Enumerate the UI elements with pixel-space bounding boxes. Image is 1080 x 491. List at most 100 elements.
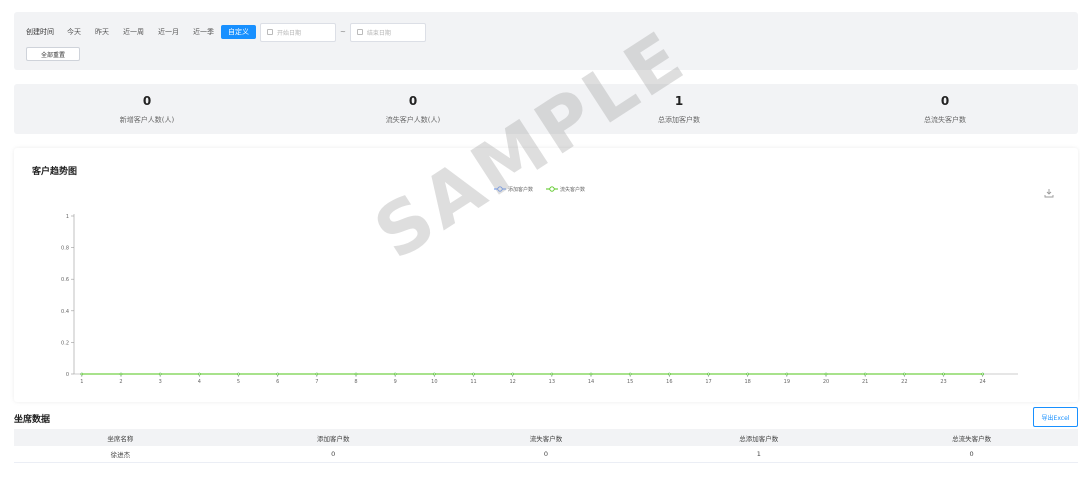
- range-week[interactable]: 近一周: [116, 25, 151, 39]
- x-tick-label: 11: [470, 379, 476, 385]
- range-month[interactable]: 近一月: [151, 25, 186, 39]
- x-tick-label: 23: [940, 379, 946, 385]
- data-point: [511, 372, 514, 376]
- x-tick-label: 19: [784, 379, 790, 385]
- x-tick-label: 2: [119, 379, 122, 385]
- range-custom[interactable]: 自定义: [221, 25, 256, 39]
- data-point: [903, 372, 906, 376]
- stat-value: 1: [674, 94, 684, 108]
- data-point: [785, 372, 789, 376]
- data-point: [628, 372, 632, 376]
- filter-bar: 创建时间 今天 昨天 近一周 近一月 近一季 自定义 开始日期 ~ 结束日期: [14, 12, 1078, 70]
- column-header: 添加客户数: [316, 434, 350, 443]
- x-tick-label: 20: [823, 379, 829, 385]
- end-date-input[interactable]: 结束日期: [349, 22, 426, 42]
- x-tick-label: 3: [159, 379, 162, 385]
- legend-swatch-marker: [549, 186, 555, 192]
- seat-data-title: 坐席数据: [14, 415, 51, 425]
- data-point: [746, 372, 749, 376]
- stat-value: 0: [408, 94, 418, 108]
- data-point: [119, 372, 123, 376]
- x-tick-label: 13: [549, 379, 555, 385]
- x-tick-label: 14: [588, 379, 594, 385]
- stat-value: 0: [142, 94, 152, 108]
- download-icon[interactable]: [1044, 188, 1054, 198]
- data-point: [942, 372, 945, 376]
- x-tick-label: 5: [237, 379, 240, 385]
- x-tick-label: 6: [276, 379, 279, 385]
- x-tick-label: 18: [744, 379, 750, 385]
- table-cell: 徐进杰: [110, 451, 131, 459]
- x-tick-label: 12: [509, 379, 515, 385]
- range-yesterday[interactable]: 昨天: [88, 25, 116, 39]
- column-header: 总流失客户数: [952, 434, 992, 443]
- legend-label: 流失客户数: [560, 186, 585, 193]
- trend-chart: 00.20.40.60.811 2 3 4 5 6 7 8 9 10 11 12 13 14 15 16 17 1…: [61, 186, 1018, 385]
- date-range-row: 创建时间 今天 昨天 近一周 近一月 近一季 自定义 开始日期 ~ 结束日期: [26, 22, 426, 42]
- y-tick-label: 0.6: [61, 277, 69, 283]
- table-cell: 1: [756, 450, 761, 458]
- data-point: [589, 372, 593, 376]
- calendar-icon: [267, 29, 273, 35]
- stat-label: 总流失客户数: [924, 116, 966, 124]
- stat-label: 新增客户人数(人): [119, 116, 175, 124]
- x-tick-label: 15: [627, 379, 633, 385]
- column-header: 流失客户数: [529, 434, 563, 443]
- table-row[interactable]: 徐进杰 0 0 1 0: [14, 446, 1078, 463]
- data-point: [198, 372, 201, 376]
- stat-label: 流失客户人数(人): [385, 116, 441, 124]
- data-point: [707, 372, 710, 376]
- data-point: [80, 372, 84, 376]
- date-separator: ~: [340, 28, 346, 36]
- data-point: [981, 372, 984, 376]
- data-point: [393, 372, 397, 376]
- stat-new-customers: 0 新增客户人数(人): [14, 84, 280, 134]
- x-tick-label: 4: [198, 379, 201, 385]
- data-point: [354, 372, 358, 376]
- data-point: [276, 372, 279, 376]
- range-today[interactable]: 今天: [60, 25, 88, 39]
- data-point: [472, 372, 475, 376]
- stat-value: 0: [940, 94, 950, 108]
- data-point: [668, 372, 671, 376]
- x-tick-label: 1: [80, 379, 83, 385]
- y-tick-label: 0: [66, 372, 69, 378]
- end-date-placeholder: 结束日期: [366, 29, 391, 37]
- stats-bar: 0 新增客户人数(人) 0 流失客户人数(人) 1 总添加客户数 0 总流失客户…: [14, 84, 1078, 134]
- start-date-placeholder: 开始日期: [277, 29, 302, 37]
- table-cell: 0: [331, 450, 336, 458]
- x-tick-label: 8: [354, 379, 357, 385]
- data-point: [824, 372, 828, 376]
- stat-lost-customers: 0 流失客户人数(人): [280, 84, 546, 134]
- stat-total-added: 1 总添加客户数: [546, 84, 812, 134]
- x-tick-label: 24: [979, 379, 985, 385]
- x-tick-label: 21: [862, 379, 868, 385]
- range-quarter[interactable]: 近一季: [186, 25, 221, 39]
- x-tick-label: 7: [315, 379, 318, 385]
- reset-all-button[interactable]: 全部重置: [26, 47, 80, 61]
- customer-stats-page: 创建时间 今天 昨天 近一周 近一月 近一季 自定义 开始日期 ~ 结束日期 全…: [0, 0, 1080, 491]
- export-excel-button[interactable]: 导出Excel: [1033, 407, 1078, 427]
- stat-total-lost: 0 总流失客户数: [812, 84, 1078, 134]
- x-tick-label: 16: [666, 379, 672, 385]
- stat-label: 总添加客户数: [658, 116, 700, 124]
- table-header: 坐席名称 添加客户数 流失客户数 总添加客户数 总流失客户数: [14, 429, 1078, 446]
- legend-label: 添加客户数: [508, 186, 533, 193]
- data-point: [315, 372, 319, 376]
- calendar-icon: [356, 29, 363, 35]
- data-point: [433, 372, 436, 376]
- x-tick-label: 17: [705, 379, 711, 385]
- column-header: 坐席名称: [107, 434, 134, 443]
- y-tick-label: 0.4: [61, 309, 69, 315]
- y-tick-label: 0.8: [61, 246, 69, 252]
- y-tick-label: 0.2: [61, 340, 69, 346]
- seat-table: 坐席名称 添加客户数 流失客户数 总添加客户数 总流失客户数 徐进杰 0 0 1…: [14, 429, 1078, 463]
- table-cell: 0: [543, 450, 549, 458]
- data-point: [863, 372, 867, 376]
- legend-swatch-marker: [497, 186, 503, 192]
- y-tick-label: 1: [66, 214, 69, 220]
- data-point: [237, 372, 240, 376]
- data-point: [158, 372, 162, 376]
- created-time-label: 创建时间: [26, 28, 54, 36]
- start-date-input[interactable]: 开始日期: [260, 22, 336, 42]
